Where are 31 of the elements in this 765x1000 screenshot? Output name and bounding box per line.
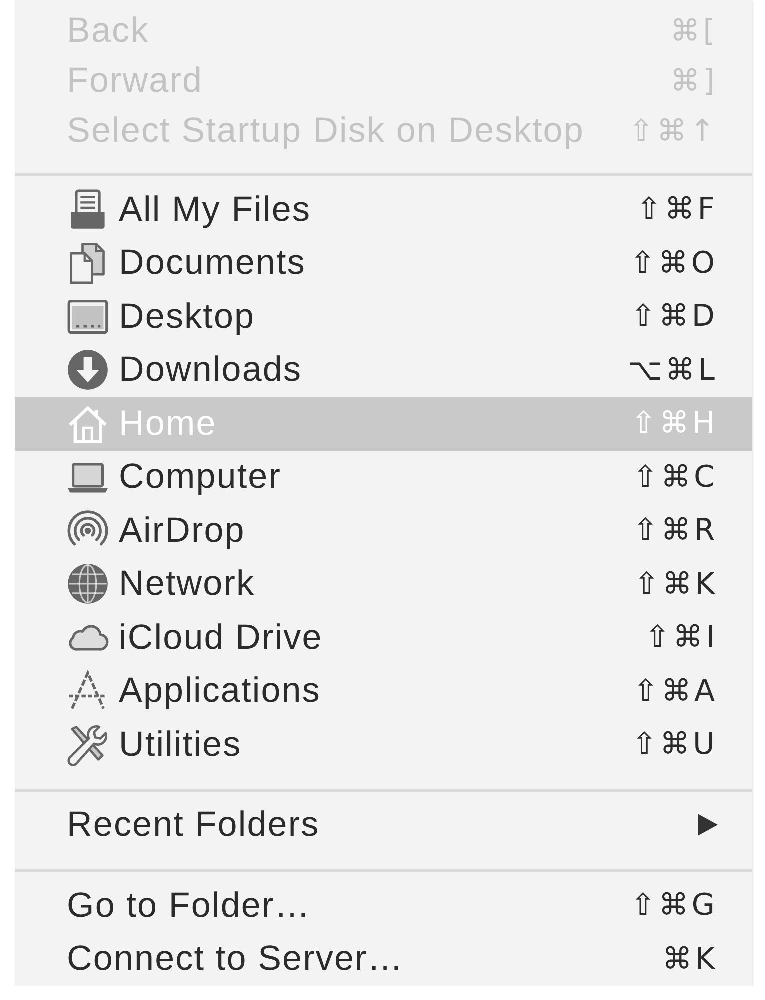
- menu-item[interactable]: Computer ⇧⌘C: [15, 450, 752, 504]
- keyboard-shortcut: ⇧⌘U: [632, 726, 718, 764]
- menu-item[interactable]: iCloud Drive ⇧⌘I: [15, 611, 752, 664]
- tools-icon: [67, 724, 109, 766]
- globe-icon: [67, 563, 109, 606]
- keyboard-shortcut: ⇧⌘K: [634, 566, 718, 604]
- menu-item[interactable]: Connect to Server… ⌘K: [15, 932, 752, 986]
- keyboard-shortcut: ⇧⌘I: [645, 619, 718, 658]
- keyboard-shortcut: ⌘[: [670, 12, 718, 50]
- menu-item[interactable]: Documents ⇧⌘O: [15, 236, 752, 290]
- menu-item[interactable]: Recent Folders: [15, 798, 752, 852]
- keyboard-shortcut: ⇧⌘↑: [628, 112, 718, 150]
- menu-item[interactable]: Network ⇧⌘K: [15, 558, 752, 611]
- menu-item[interactable]: Go to Folder… ⇧⌘G: [15, 879, 752, 932]
- keyboard-shortcut: ⇧⌘R: [633, 512, 718, 550]
- menu-item[interactable]: Utilities ⇧⌘U: [15, 718, 752, 772]
- keyboard-shortcut: ⌘K: [662, 940, 718, 979]
- keyboard-shortcut: ⇧⌘O: [630, 244, 718, 283]
- keyboard-shortcut: ⇧⌘F: [636, 191, 718, 230]
- keyboard-shortcut: ⇧⌘G: [630, 887, 718, 926]
- menu-item[interactable]: All My Files ⇧⌘F: [15, 183, 752, 236]
- menu-item[interactable]: Applications ⇧⌘A: [15, 664, 752, 718]
- keyboard-shortcut: ⇧⌘A: [633, 672, 718, 711]
- keyboard-shortcut: ⇧⌘C: [632, 458, 718, 497]
- keyboard-shortcut: ⇧⌘D: [630, 298, 718, 336]
- menu-item[interactable]: AirDrop ⇧⌘R: [15, 504, 752, 558]
- keyboard-shortcut: ⌥⌘L: [628, 352, 718, 390]
- submenu-arrow-icon: [698, 814, 718, 836]
- menu-item[interactable]: Desktop ⇧⌘D: [15, 290, 752, 344]
- keyboard-shortcut: ⌘]: [670, 62, 718, 100]
- menu-item[interactable]: Downloads ⌥⌘L: [15, 344, 752, 397]
